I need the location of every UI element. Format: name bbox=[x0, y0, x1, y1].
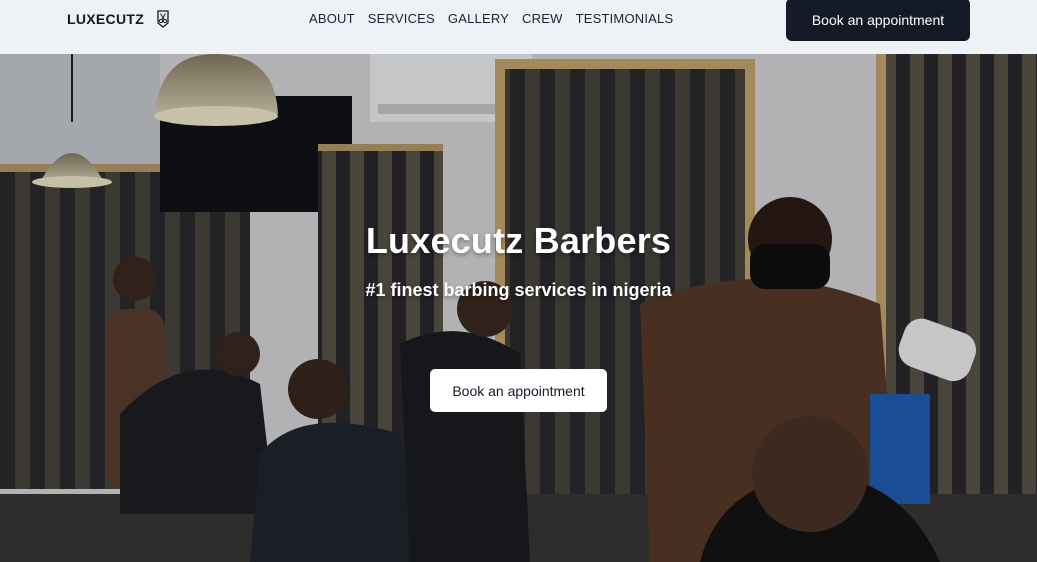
nav-link-gallery[interactable]: GALLERY bbox=[448, 10, 509, 28]
brand[interactable]: LUXECUTZ bbox=[67, 10, 170, 28]
book-appointment-button[interactable]: Book an appointment bbox=[786, 0, 970, 41]
navbar: LUXECUTZ ABOUT SERVICES GALLERY CREW TES… bbox=[0, 0, 1037, 54]
nav-link-about[interactable]: ABOUT bbox=[309, 10, 355, 28]
hero-subtitle: #1 finest barbing services in nigeria bbox=[365, 280, 672, 300]
scissors-badge-icon bbox=[157, 10, 169, 28]
brand-name: LUXECUTZ bbox=[67, 11, 145, 27]
nav-link-testimonials[interactable]: TESTIMONIALS bbox=[576, 10, 674, 28]
hero-title: Luxecutz Barbers bbox=[365, 220, 672, 261]
hero-book-appointment-button[interactable]: Book an appointment bbox=[430, 369, 607, 412]
nav-links: ABOUT SERVICES GALLERY CREW TESTIMONIALS bbox=[309, 10, 673, 28]
hero-overlay bbox=[0, 54, 1037, 562]
nav-link-crew[interactable]: CREW bbox=[522, 10, 563, 28]
nav-link-services[interactable]: SERVICES bbox=[368, 10, 435, 28]
hero-section: Luxecutz Barbers #1 finest barbing servi… bbox=[0, 54, 1037, 562]
